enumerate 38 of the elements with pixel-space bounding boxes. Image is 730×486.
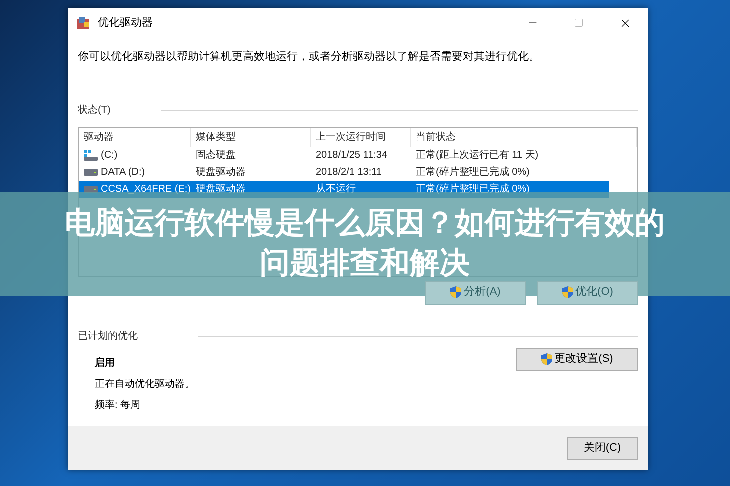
table-cell-text: 硬盘驱动器	[195, 166, 247, 180]
drive-icon	[84, 150, 98, 160]
table-cell-text: 硬盘驱动器	[195, 182, 247, 196]
shield-icon	[562, 286, 574, 299]
schedule-frequency: 频率: 每周	[95, 398, 142, 412]
banner-title: 电脑运行软件慢是什么原因？如何进行有效的问题排查和解决	[64, 206, 666, 282]
table-cell-text: CCSA_X64FRE (E:)	[100, 182, 191, 196]
table-cell-text: DATA (D:)	[101, 166, 146, 180]
table-cell-text: 正常(碎片整理已完成 0%)	[415, 182, 531, 196]
description-text: 你可以优化驱动器以帮助计算机更高效地运行，或者分析驱动器以了解是否需要对其进行优化。	[78, 50, 541, 65]
table-cell-text: 正常(碎片整理已完成 0%)	[415, 166, 531, 180]
app-icon	[76, 16, 90, 30]
shield-icon	[450, 286, 462, 299]
column-header[interactable]: 驱动器	[79, 128, 191, 146]
table-cell-text: 正常(距上次运行已有 11 天)	[415, 148, 540, 162]
schedule-state: 启用	[95, 356, 116, 370]
close-dialog-button[interactable]: 关闭(C)	[567, 436, 638, 460]
action-button[interactable]: 优化(O)	[537, 280, 638, 304]
change-settings-button[interactable]: 更改设置(S)	[516, 348, 638, 370]
column-header[interactable]: 媒体类型	[191, 128, 311, 146]
schedule-description: 正在自动优化驱动器。	[95, 378, 195, 392]
table-cell-text: 2018/1/25 11:34	[315, 148, 389, 162]
maximize-icon	[574, 18, 584, 28]
table-cell-text: 从不运行	[315, 182, 357, 196]
table-cell-text: 2018/2/1 13:11	[315, 166, 383, 180]
column-header[interactable]: 当前状态	[411, 128, 637, 146]
action-button[interactable]: 分析(A)	[425, 280, 526, 304]
drive-icon	[84, 186, 98, 192]
table-cell-text: 固态硬盘	[195, 148, 237, 162]
table-row[interactable]: (C:) 固态硬盘 2018/1/25 11:34 正常(距上次运行已有 11 天)	[79, 146, 609, 164]
drive-icon	[84, 168, 98, 176]
section-label: 已计划的优化	[78, 330, 138, 344]
table-row[interactable]: DATA (D:) 硬盘驱动器 2018/2/1 13:11 正常(碎片整理已完成 0%)	[79, 164, 609, 180]
shield-icon	[540, 352, 553, 366]
table-cell-text: (C:)	[101, 148, 118, 162]
window-title: 优化驱动器	[98, 16, 153, 31]
column-header[interactable]: 上一次运行时间	[311, 128, 411, 146]
section-label: 状态(T)	[78, 104, 111, 118]
